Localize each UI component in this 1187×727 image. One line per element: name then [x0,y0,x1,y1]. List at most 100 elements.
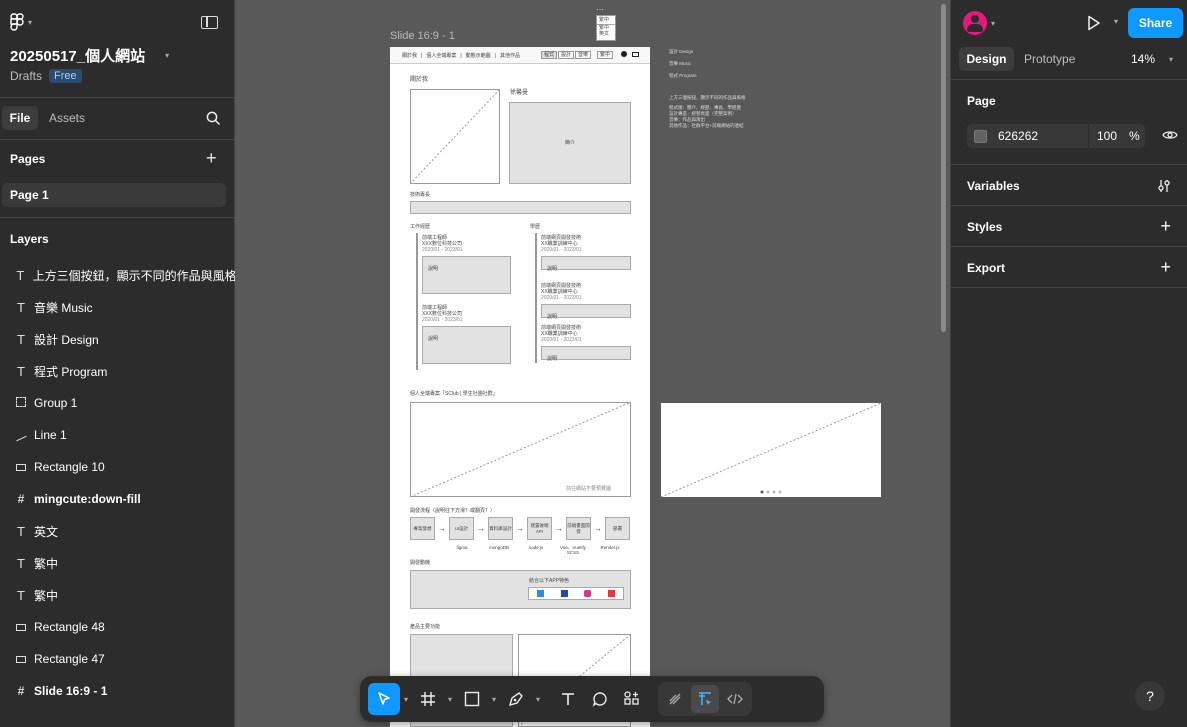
tab-prototype[interactable]: Prototype [1024,47,1075,71]
color-swatch[interactable] [974,129,987,143]
nav-button: 程式 [541,51,558,59]
layer-item[interactable]: T 繁中 [0,579,235,611]
components-icon [624,691,639,705]
export-label: Export [967,260,1006,275]
layer-item[interactable]: T 繁中 [0,547,235,579]
tab-file[interactable]: File [2,106,38,130]
file-title[interactable]: 20250517_個人網站 ▾ [10,46,225,65]
layer-item[interactable]: T 音樂 Music [0,291,235,323]
rectangle-layer-icon [12,620,30,634]
main-menu-button[interactable]: ▾ [10,13,36,31]
styles-label: Styles [967,219,1003,234]
draw-mode-button[interactable] [661,685,689,713]
layer-item[interactable]: Group 1 [0,387,235,419]
tab-assets[interactable]: Assets [49,106,85,130]
play-icon[interactable] [1087,15,1101,31]
layer-label: Group 1 [34,396,78,410]
variables-icon[interactable] [1157,179,1171,193]
layer-item[interactable]: Rectangle 10 [0,451,235,483]
export-section[interactable]: Export + [951,247,1187,288]
arrow-icon: → [477,523,485,533]
text-tool-button[interactable] [552,683,584,715]
eye-icon[interactable] [1162,129,1178,141]
rectangle-layer-icon [12,652,30,666]
mail-icon [632,52,639,57]
nav-link: 關於我 [402,53,418,59]
move-tool-button[interactable] [368,683,400,715]
intro-box: 簡介 [509,102,631,184]
layer-item[interactable]: # mingcute:down-fill [0,483,235,515]
layer-label: Rectangle 48 [34,620,105,634]
lang-select: 繁中 [597,51,614,59]
chevron-down-icon[interactable]: ▾ [1110,17,1122,26]
styles-section[interactable]: Styles + [951,206,1187,247]
page-item[interactable]: Page 1 [2,183,226,207]
carousel-frame[interactable] [661,403,881,497]
text-layer-icon: T [17,299,25,315]
pen-tool-button[interactable] [500,683,532,715]
color-hex[interactable]: 626262 [998,129,1088,143]
chevron-down-icon: ▾ [165,50,170,60]
layer-label: 英文 [34,524,59,539]
flow-step: 資料庫設計 [488,517,513,540]
chevron-down-icon[interactable]: ▾ [400,695,412,704]
layer-item[interactable]: T 上方三個按鈕，顯示不同的作品與風格 顯 [0,259,235,291]
layer-label: 設計 Design [34,332,99,347]
help-button[interactable]: ? [1135,681,1165,711]
layer-item[interactable]: Rectangle 47 [0,643,235,675]
dev-heading: 開發動機 [410,560,431,566]
page-color-field[interactable]: 626262 100 % [967,124,1145,148]
figma-logo-icon [10,13,24,31]
chevron-down-icon[interactable]: ▾ [444,695,456,704]
more-icon: ⋯ [596,5,604,14]
drafts-label[interactable]: Drafts [10,69,42,83]
user-menu[interactable]: ▾ [963,11,999,35]
line-layer-icon [12,428,30,442]
canvas[interactable]: Slide 16:9 - 1 ⋯ 繁中 繁中 英文 關於我 | 個人全端專案 | 動… [235,0,950,727]
chevron-down-icon[interactable]: ▾ [532,695,544,704]
frame-label[interactable]: Slide 16:9 - 1 [390,30,455,42]
skills-box [410,201,631,214]
search-icon[interactable] [206,111,221,126]
bottom-toolbar: ▾ ▾ ▾ ▾ [360,676,824,722]
chevron-down-icon[interactable]: ▾ [488,695,500,704]
layer-item[interactable]: T 程式 Program [0,355,235,387]
flow-tool-label: Vue、Vuetify SCSS [560,545,586,556]
project-preview [410,402,631,497]
github-icon [621,51,627,57]
opacity-value[interactable]: 100 [1097,129,1117,143]
flow-tool-label: figma [456,545,468,550]
zoom-control[interactable]: 14% ▾ [1131,47,1177,71]
layer-item[interactable]: T 英文 [0,515,235,547]
work-timeline [416,233,418,370]
layer-item[interactable]: # Slide 16:9 - 1 [0,675,235,707]
flow-tool-label: Render.js [600,545,620,550]
add-page-icon[interactable]: + [206,149,217,167]
job-entry: 前端工程師 XXX數位科技公司 2020/01 - 2023/01 說明 [422,305,511,364]
vertical-scrollbar[interactable] [941,4,946,332]
add-export-icon[interactable]: + [1160,257,1171,278]
actions-button[interactable] [616,683,648,715]
layer-item[interactable]: Rectangle 48 [0,611,235,643]
plan-badge: Free [49,69,82,83]
variables-section[interactable]: Variables [951,165,1187,206]
skills-heading: 技術專長 [410,192,431,198]
add-style-icon[interactable]: + [1160,216,1171,237]
sidebar-toggle-icon[interactable] [201,16,218,29]
tab-design[interactable]: Design [959,47,1014,71]
frame-layer-icon: # [17,492,25,506]
dev-mode-button[interactable] [721,685,749,713]
shape-tool-button[interactable] [456,683,488,715]
design-mode-button[interactable] [691,685,719,713]
page-section-header: Page [967,94,996,108]
intro-text: 簡介 [564,140,575,146]
share-button[interactable]: Share [1128,8,1183,38]
notes-text[interactable]: 設計 Design 音樂 Music 程式 Program [669,46,697,82]
frame-tool-button[interactable] [412,683,444,715]
comment-tool-button[interactable] [584,683,616,715]
slide-frame[interactable]: 關於我 | 個人全端專案 | 動態示範圖 | 其他作品 程式 設計 音樂 繁中 關於我… [390,47,650,727]
layer-item[interactable]: Line 1 [0,419,235,451]
layer-item[interactable]: T 設計 Design [0,323,235,355]
notes-paragraph[interactable]: 上方三個按鈕，顯示不同的作品與風格 程式版：簡介、經歷、專長、學經歷 設計專區：經營… [669,95,746,129]
group-layer-icon [12,396,30,410]
